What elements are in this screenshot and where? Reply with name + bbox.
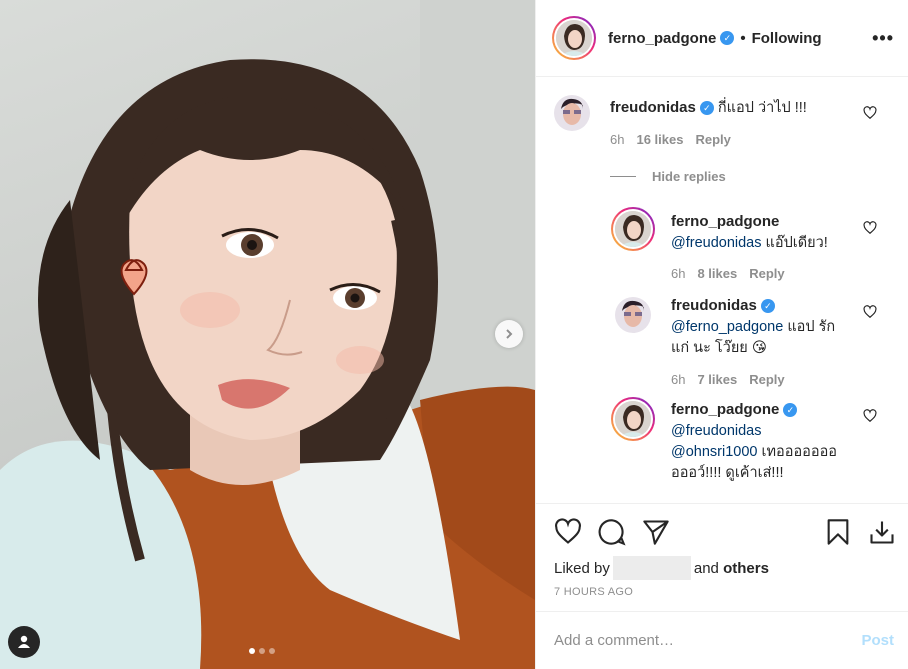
like-comment-heart-icon[interactable] <box>863 409 877 423</box>
verified-badge-icon: ✓ <box>720 31 735 45</box>
share-paper-plane-icon[interactable] <box>642 518 670 546</box>
author-username[interactable]: ferno_padgone <box>608 30 716 47</box>
reply-avatar[interactable] <box>611 207 655 251</box>
reply-likes[interactable]: 8 likes <box>697 266 737 281</box>
reply-likes[interactable]: 7 likes <box>697 372 737 387</box>
reply-text-continued: แก่ นะ โว๊ยย 😘 <box>671 340 767 356</box>
carousel-indicator <box>249 648 275 654</box>
save-bookmark-icon[interactable] <box>824 518 852 546</box>
verified-badge-icon: ✓ <box>699 101 714 116</box>
reply-button[interactable]: Reply <box>749 372 784 387</box>
reply-button[interactable]: Reply <box>749 266 784 281</box>
carousel-dot <box>269 648 275 654</box>
reply-text: แอป รัก <box>783 319 836 335</box>
mention-link[interactable]: @ferno_padgone <box>671 319 783 335</box>
comment-time: 6h <box>610 132 625 147</box>
verified-badge-icon: ✓ <box>760 299 775 314</box>
likes-summary: Liked by and others <box>554 556 769 580</box>
add-comment-bar: Post <box>536 611 908 669</box>
like-comment-heart-icon[interactable] <box>863 106 877 120</box>
next-photo-button[interactable] <box>495 320 523 348</box>
liked-by-label: Liked by <box>554 559 610 577</box>
comment-likes[interactable]: 16 likes <box>636 132 683 147</box>
download-icon[interactable] <box>868 518 896 546</box>
follow-separator: • <box>740 29 746 47</box>
commenter-username[interactable]: freudonidas <box>610 99 696 116</box>
like-heart-icon[interactable] <box>554 518 582 546</box>
post-timestamp[interactable]: 7 HOURS AGO <box>554 586 633 598</box>
likes-and-label: and <box>693 559 719 577</box>
more-options-icon[interactable]: ••• <box>872 28 894 49</box>
post-photo[interactable] <box>0 0 535 669</box>
reply-time: 6h <box>671 372 686 387</box>
reply-avatar[interactable] <box>611 397 655 441</box>
post-comment-button[interactable]: Post <box>861 632 894 649</box>
like-comment-heart-icon[interactable] <box>863 305 877 319</box>
carousel-dot-active <box>249 648 255 654</box>
following-button[interactable]: Following <box>752 30 822 47</box>
reply-text: แอ๊ปเดียว! <box>761 235 828 251</box>
comments-list: freudonidas ✓ กี่แอป ว่าไป !!! 6h 16 like… <box>536 77 908 503</box>
author-avatar-image <box>556 20 592 56</box>
tagged-users-button[interactable] <box>8 626 40 658</box>
carousel-dot <box>259 648 265 654</box>
verified-badge-icon: ✓ <box>783 403 798 418</box>
reply-avatar[interactable] <box>615 297 651 333</box>
mention-link[interactable]: @freudonidas <box>671 235 762 251</box>
like-comment-heart-icon[interactable] <box>863 221 877 235</box>
reply-button[interactable]: Reply <box>695 132 730 147</box>
mention-link[interactable]: @freudonidas <box>671 423 762 439</box>
chevron-right-icon <box>506 329 513 339</box>
portrait-illustration <box>0 0 535 669</box>
comment-text: กี่แอป ว่าไป !!! <box>717 100 807 116</box>
reply-text-continued: อออว์!!!! ดูเค้าเส่!!! <box>671 465 784 481</box>
reply-username[interactable]: ferno_padgone <box>671 213 779 230</box>
hide-replies-button[interactable]: Hide replies <box>610 169 726 184</box>
user-icon <box>18 635 30 648</box>
post-header: ferno_padgone ✓ • Following ••• <box>536 0 908 77</box>
reply-username[interactable]: ferno_padgone <box>671 401 779 418</box>
divider <box>610 176 636 177</box>
comment-bubble-icon[interactable] <box>598 518 626 546</box>
reply-text: เทอออออออ <box>757 444 838 460</box>
mention-link[interactable]: @ohnsri1000 <box>671 444 757 460</box>
others-link[interactable]: others <box>723 560 769 577</box>
comment-input[interactable] <box>554 632 862 649</box>
commenter-avatar[interactable] <box>554 95 590 131</box>
author-avatar[interactable] <box>552 16 596 60</box>
reply-time: 6h <box>671 266 686 281</box>
blurred-username <box>612 556 691 580</box>
post-side-panel: ferno_padgone ✓ • Following ••• freudoni… <box>535 0 908 669</box>
instagram-post-view: ferno_padgone ✓ • Following ••• freudoni… <box>0 0 908 669</box>
reply-username[interactable]: freudonidas <box>671 297 757 314</box>
post-actions: Liked by and others 7 HOURS AGO <box>536 503 908 611</box>
